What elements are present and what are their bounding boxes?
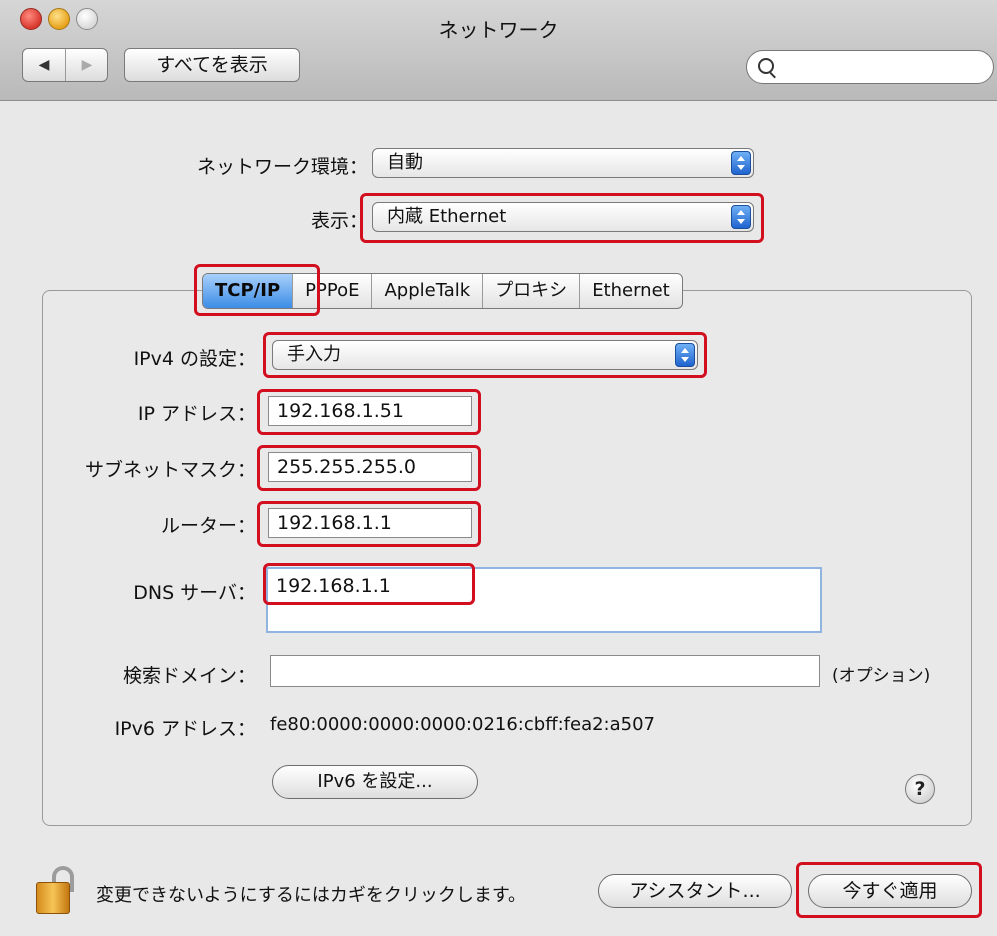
dns-server-label: DNS サーバ：: [133, 582, 256, 604]
show-label: 表示：: [310, 210, 368, 232]
router-field[interactable]: 192.168.1.1: [268, 508, 472, 538]
search-icon: [758, 58, 774, 74]
window-title: ネットワーク: [438, 18, 559, 42]
forward-arrow-icon[interactable]: ▶: [66, 49, 108, 81]
assistant-button[interactable]: アシスタント...: [598, 874, 792, 908]
window-toolbar: ネットワーク ◀ ▶ すべてを表示: [0, 0, 997, 101]
ipv4-config-value: 手入力: [287, 344, 341, 365]
tab-ethernet[interactable]: Ethernet: [580, 274, 682, 308]
dns-server-field[interactable]: 192.168.1.1: [266, 567, 822, 633]
popup-arrows-icon: [731, 151, 751, 175]
show-value: 内蔵 Ethernet: [387, 206, 507, 227]
popup-arrows-icon: [675, 343, 695, 367]
lock-icon[interactable]: [36, 866, 80, 916]
location-value: 自動: [387, 152, 423, 173]
show-all-button[interactable]: すべてを表示: [124, 48, 300, 82]
location-label: ネットワーク環境：: [196, 156, 368, 178]
subnet-mask-field[interactable]: 255.255.255.0: [268, 452, 472, 482]
back-forward-control: ◀ ▶: [22, 48, 108, 82]
tab-appletalk[interactable]: AppleTalk: [372, 274, 484, 308]
back-arrow-icon[interactable]: ◀: [23, 49, 66, 81]
popup-arrows-icon: [731, 205, 751, 229]
ipv6-address-label: IPv6 アドレス：: [114, 718, 256, 740]
optional-label: (オプション): [832, 666, 931, 686]
tab-proxy[interactable]: プロキシ: [483, 274, 581, 308]
lock-message: 変更できないようにするにはカギをクリックします。: [96, 885, 527, 906]
tab-bar: TCP/IP PPPoE AppleTalk プロキシ Ethernet: [202, 273, 683, 309]
ipv4-config-label: IPv4 の設定：: [133, 348, 256, 370]
ip-address-label: IP アドレス：: [137, 403, 256, 425]
apply-now-button[interactable]: 今すぐ適用: [808, 874, 972, 908]
location-popup[interactable]: 自動: [372, 148, 754, 178]
search-input[interactable]: [746, 50, 994, 84]
router-label: ルーター：: [160, 515, 256, 537]
subnet-mask-label: サブネットマスク：: [84, 459, 256, 481]
ipv6-address-value: fe80:0000:0000:0000:0216:cbff:fea2:a507: [270, 714, 656, 735]
help-icon[interactable]: ?: [905, 774, 935, 804]
show-popup[interactable]: 内蔵 Ethernet: [372, 202, 754, 232]
tab-pppoe[interactable]: PPPoE: [293, 274, 373, 308]
ip-address-field[interactable]: 192.168.1.51: [268, 396, 472, 426]
ipv4-config-popup[interactable]: 手入力: [272, 340, 698, 370]
search-domain-label: 検索ドメイン：: [122, 665, 256, 687]
configure-ipv6-button[interactable]: IPv6 を設定...: [272, 765, 478, 799]
tab-tcpip[interactable]: TCP/IP: [203, 274, 294, 308]
lock-body: [36, 882, 70, 914]
search-domain-field[interactable]: [270, 655, 820, 687]
